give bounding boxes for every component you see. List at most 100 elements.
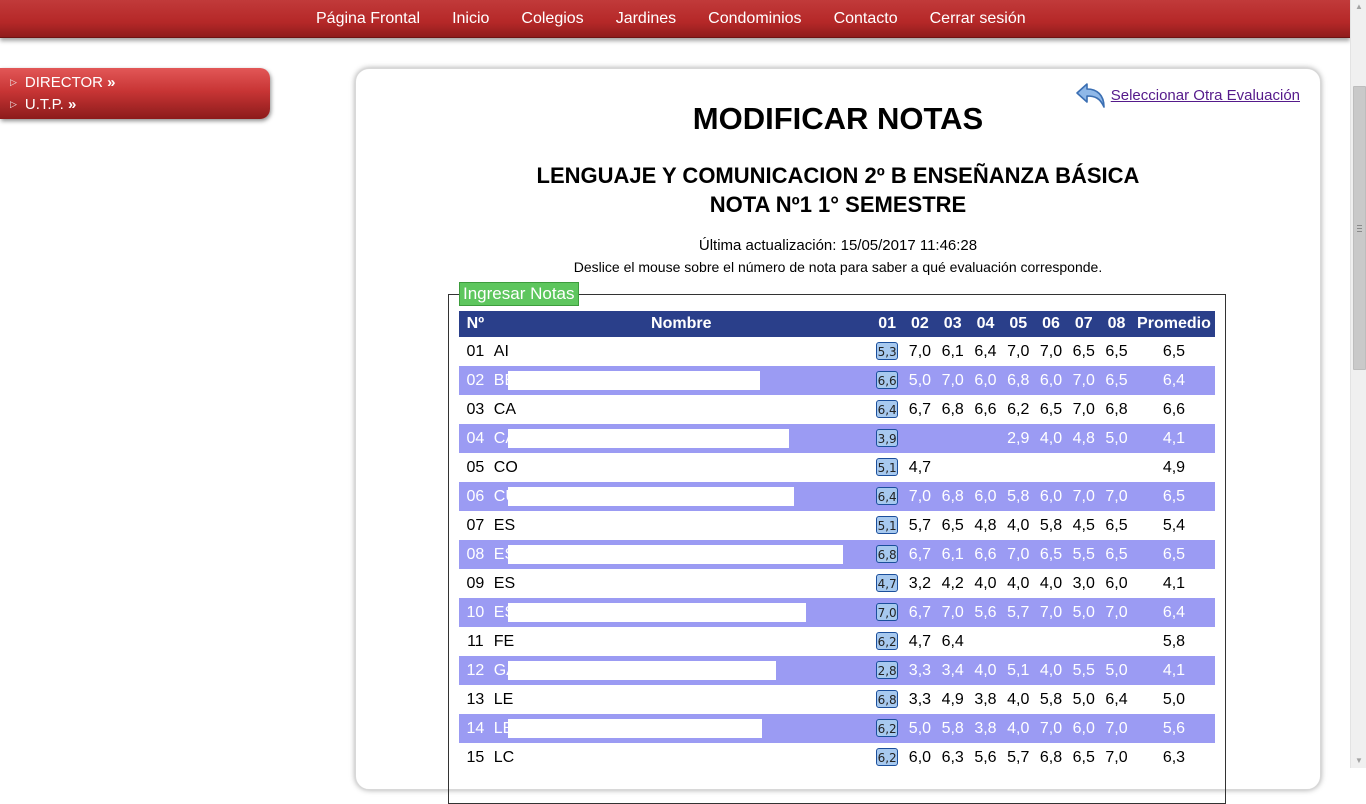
subtitle-course: LENGUAJE Y COMUNICACION 2º B ENSEÑANZA B… bbox=[536, 163, 1140, 188]
header-average: Promedio bbox=[1132, 311, 1215, 337]
grade-01-box[interactable]: 2,8 bbox=[876, 661, 899, 679]
student-name-text: CO bbox=[493, 458, 518, 476]
hint-text: Deslice el mouse sobre el número de nota… bbox=[573, 259, 1103, 275]
grade-01-box[interactable]: 6,2 bbox=[876, 748, 899, 766]
nav-pagina-frontal[interactable]: Página Frontal bbox=[300, 0, 436, 37]
grade-cell: 4,9 bbox=[941, 690, 964, 708]
grade-cell: 3,3 bbox=[903, 656, 937, 685]
scrollbar-thumb[interactable] bbox=[1353, 86, 1366, 370]
grade-01-box[interactable]: 3,9 bbox=[876, 429, 899, 447]
grade-cell bbox=[936, 453, 969, 482]
header-grade-06: 06 bbox=[1034, 311, 1068, 337]
student-name: LE bbox=[492, 685, 871, 714]
grade-01-box[interactable]: 6,2 bbox=[876, 719, 899, 737]
grade-cell: 6,0 bbox=[1105, 574, 1128, 592]
grade-cell bbox=[1100, 453, 1133, 482]
grade-cell: 4,0 bbox=[1034, 656, 1068, 685]
grade-cell: 4,0 bbox=[969, 656, 1002, 685]
grade-cell: 6,0 bbox=[1034, 366, 1068, 395]
student-name-text: FE bbox=[493, 632, 515, 650]
grade-cell: 3,4 bbox=[936, 656, 970, 685]
grade-cell: 6,0 bbox=[1067, 714, 1101, 743]
scroll-down-icon[interactable]: ▼ bbox=[1355, 756, 1363, 765]
student-name-text: CA bbox=[493, 400, 516, 418]
enter-grades-legend[interactable]: Ingresar Notas bbox=[459, 282, 579, 306]
table-row: 12 GA 2,8 3,3 3,4 4,0 5,1 4,0 5,5 5,0 4,1 bbox=[459, 656, 1215, 685]
nav-colegios[interactable]: Colegios bbox=[505, 0, 599, 37]
page-title: MODIFICAR NOTAS bbox=[692, 101, 984, 136]
nav-jardines[interactable]: Jardines bbox=[600, 0, 692, 37]
student-name-text: LC bbox=[493, 748, 515, 766]
side-menu-item-suffix: » bbox=[107, 74, 116, 91]
average-cell: 6,6 bbox=[1162, 400, 1186, 418]
table-row: 14 LE 6,2 5,0 5,8 3,8 4,0 7,0 6,0 7,0 5,6 bbox=[459, 714, 1215, 743]
grade-01-box[interactable]: 6,4 bbox=[876, 400, 899, 418]
grade-cell bbox=[1002, 627, 1035, 656]
student-number: 11 bbox=[467, 632, 484, 650]
average-cell: 6,4 bbox=[1132, 366, 1215, 395]
grade-cell: 5,7 bbox=[908, 516, 932, 534]
grade-01-box[interactable]: 5,1 bbox=[876, 458, 899, 476]
side-menu-item-utp[interactable]: ▷ U.T.P. » bbox=[10, 96, 76, 113]
nav-condominios[interactable]: Condominios bbox=[692, 0, 817, 37]
grade-cell: 4,0 bbox=[974, 574, 997, 592]
side-menu-item-label: DIRECTOR bbox=[24, 74, 103, 91]
grade-cell: 5,0 bbox=[1100, 656, 1133, 685]
grade-01-box[interactable]: 4,7 bbox=[876, 574, 899, 592]
table-row: 11 FE 6,2 4,7 6,4 5,8 bbox=[459, 627, 1215, 656]
student-number: 13 bbox=[466, 690, 485, 708]
grade-01-box[interactable]: 6,6 bbox=[876, 371, 899, 389]
table-row: 09 ES 4,7 3,2 4,2 4,0 4,0 4,0 3,0 6,0 4,1 bbox=[459, 569, 1215, 598]
student-name: BE bbox=[491, 366, 871, 395]
header-grade-04: 04 bbox=[969, 311, 1002, 337]
student-number: 01 bbox=[466, 342, 485, 360]
grade-01-cell: 5,1 bbox=[871, 511, 904, 540]
grade-cell: 6,4 bbox=[1105, 690, 1128, 708]
student-name: ES bbox=[492, 511, 871, 540]
grade-cell: 3,8 bbox=[969, 714, 1002, 743]
student-name: AI bbox=[492, 337, 871, 366]
grade-cell bbox=[1067, 627, 1100, 656]
grade-01-cell: 6,4 bbox=[870, 482, 904, 511]
grade-cell: 6,8 bbox=[941, 400, 964, 418]
table-row: 04 CA 3,9 2,9 4,0 4,8 5,0 4,1 bbox=[459, 424, 1215, 453]
table-row: 01 AI 5,3 7,0 6,1 6,4 7,0 7,0 6,5 6,5 6,5 bbox=[459, 337, 1215, 366]
grade-01-box[interactable]: 5,1 bbox=[876, 516, 899, 534]
student-number: 14 bbox=[459, 714, 492, 743]
vertical-scrollbar[interactable]: ▲ ▼ bbox=[1350, 0, 1366, 768]
grade-01-box[interactable]: 6,8 bbox=[876, 545, 899, 563]
grade-cell: 7,0 bbox=[936, 366, 970, 395]
grade-01-box[interactable]: 5,3 bbox=[876, 342, 899, 360]
student-name-text: AI bbox=[493, 342, 509, 360]
grade-01-box[interactable]: 7,0 bbox=[876, 603, 899, 621]
student-number: 09 bbox=[466, 574, 485, 592]
grade-cell: 7,0 bbox=[1034, 598, 1068, 627]
student-name: GA bbox=[491, 656, 871, 685]
grade-cell: 4,0 bbox=[1007, 690, 1030, 708]
grade-cell bbox=[969, 424, 1002, 453]
grade-cell: 5,8 bbox=[1039, 690, 1063, 708]
grade-01-box[interactable]: 6,2 bbox=[876, 632, 899, 650]
grade-cell: 4,0 bbox=[1034, 424, 1068, 453]
grade-cell: 7,0 bbox=[1067, 366, 1101, 395]
grade-cell: 5,8 bbox=[1039, 516, 1063, 534]
grade-cell: 6,7 bbox=[908, 400, 932, 418]
grade-01-box[interactable]: 6,4 bbox=[876, 487, 899, 505]
top-navigation-bar: Página Frontal Inicio Colegios Jardines … bbox=[0, 0, 1350, 38]
grade-cell: 4,0 bbox=[1001, 714, 1035, 743]
grade-01-box[interactable]: 6,8 bbox=[876, 690, 899, 708]
side-menu-item-director[interactable]: ▷ DIRECTOR » bbox=[10, 74, 116, 91]
header-grade-02: 02 bbox=[903, 311, 937, 337]
nav-contacto[interactable]: Contacto bbox=[818, 0, 914, 37]
student-number: 04 bbox=[459, 424, 492, 453]
grade-cell bbox=[1067, 453, 1100, 482]
grade-cell: 5,8 bbox=[936, 714, 970, 743]
triangle-right-icon: ▷ bbox=[10, 77, 17, 87]
grade-cell: 4,5 bbox=[1072, 516, 1095, 534]
scroll-up-icon[interactable]: ▲ bbox=[1355, 2, 1363, 11]
nav-inicio[interactable]: Inicio bbox=[436, 0, 505, 37]
grade-cell bbox=[969, 453, 1002, 482]
grade-cell: 4,2 bbox=[941, 574, 964, 592]
nav-cerrar-sesion[interactable]: Cerrar sesión bbox=[914, 0, 1042, 37]
grade-cell: 7,0 bbox=[1072, 400, 1095, 418]
